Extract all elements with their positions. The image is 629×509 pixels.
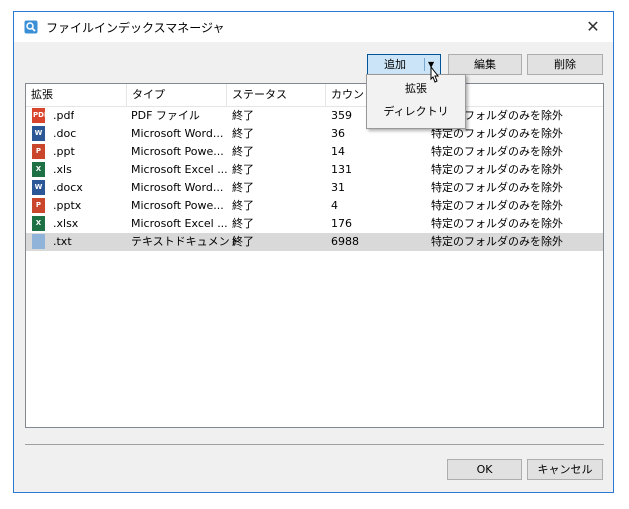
- cell-count: 6988: [331, 235, 359, 248]
- cell-exclude: 特定のフォルダのみを除外: [431, 235, 563, 248]
- cell-count: 36: [331, 127, 345, 140]
- excel-file-icon: X: [32, 162, 45, 177]
- pdf-file-icon: PDF: [32, 108, 49, 123]
- menu-item-extension[interactable]: 拡張: [367, 78, 465, 100]
- split-divider: [424, 58, 425, 71]
- column-header-status[interactable]: ステータス: [227, 84, 326, 106]
- cell-type: Microsoft Word...: [131, 127, 224, 140]
- footer-divider: [25, 444, 604, 445]
- cell-count: 176: [331, 217, 352, 230]
- cell-status: 終了: [232, 181, 254, 194]
- cell-type: PDF ファイル: [131, 109, 200, 122]
- cell-exclude: 特定のフォルダのみを除外: [431, 163, 563, 176]
- cell-status: 終了: [232, 145, 254, 158]
- add-dropdown-menu: 拡張 ディレクトリ: [366, 74, 466, 129]
- column-header-type[interactable]: タイプ: [127, 84, 227, 106]
- cell-count: 4: [331, 199, 338, 212]
- cell-count: 14: [331, 145, 345, 158]
- cell-exclude: 特定のフォルダのみを除外: [431, 181, 563, 194]
- cell-exclude: 特定のフォルダのみを除外: [431, 217, 563, 230]
- cell-status: 終了: [232, 235, 254, 248]
- word-file-icon: W: [32, 180, 45, 195]
- add-button-label: 追加: [384, 58, 406, 71]
- title-bar: ファイルインデックスマネージャ ✕: [14, 12, 613, 42]
- cell-count: 131: [331, 163, 352, 176]
- cell-type: Microsoft Powe...: [131, 145, 224, 158]
- file-index-manager-dialog: ファイルインデックスマネージャ ✕ 追加 ▼ 編集 削除 拡張 タイプ ステータ…: [13, 11, 614, 493]
- cell-extension: .pdf: [53, 109, 75, 122]
- app-search-icon: [24, 20, 38, 34]
- word-file-icon: W: [32, 126, 45, 141]
- cell-status: 終了: [232, 163, 254, 176]
- cell-status: 終了: [232, 217, 254, 230]
- cell-type: Microsoft Excel ...: [131, 217, 228, 230]
- list-header: 拡張 タイプ ステータス カウント: [26, 84, 603, 107]
- cell-extension: .ppt: [53, 145, 75, 158]
- cell-type: Microsoft Powe...: [131, 199, 224, 212]
- cell-extension: .pptx: [53, 199, 82, 212]
- cell-status: 終了: [232, 127, 254, 140]
- table-row[interactable]: PDF .pdf PDF ファイル 終了 359 特定のフォルダのみを除外: [26, 107, 603, 125]
- table-row[interactable]: P .pptx Microsoft Powe... 終了 4 特定のフォルダのみを除外: [26, 197, 603, 215]
- table-row[interactable]: .txt テキストドキュメント 終了 6988 特定のフォルダのみを除外: [26, 233, 603, 251]
- excel-file-icon: X: [32, 216, 45, 231]
- table-row[interactable]: P .ppt Microsoft Powe... 終了 14 特定のフォルダのみを除外: [26, 143, 603, 161]
- edit-button[interactable]: 編集: [448, 54, 522, 75]
- cell-exclude: 特定のフォルダのみを除外: [431, 199, 563, 212]
- table-row[interactable]: W .doc Microsoft Word... 終了 36 特定のフォルダのみを除外: [26, 125, 603, 143]
- window-title: ファイルインデックスマネージャ: [46, 21, 225, 35]
- cell-extension: .docx: [53, 181, 83, 194]
- close-icon[interactable]: ✕: [581, 15, 605, 39]
- cell-status: 終了: [232, 109, 254, 122]
- cell-count: 359: [331, 109, 352, 122]
- delete-button[interactable]: 削除: [527, 54, 603, 75]
- cell-type: Microsoft Excel ...: [131, 163, 228, 176]
- menu-item-directory[interactable]: ディレクトリ: [367, 101, 465, 123]
- cell-exclude: 特定のフォルダのみを除外: [431, 145, 563, 158]
- cell-extension: .xls: [53, 163, 72, 176]
- table-row[interactable]: X .xls Microsoft Excel ... 終了 131 特定のフォルダのみを除…: [26, 161, 603, 179]
- cell-type: Microsoft Word...: [131, 181, 224, 194]
- column-header-extension[interactable]: 拡張: [26, 84, 127, 106]
- table-row[interactable]: X .xlsx Microsoft Excel ... 終了 176 特定のフォルダのみを…: [26, 215, 603, 233]
- cell-extension: .xlsx: [53, 217, 79, 230]
- ok-button[interactable]: OK: [447, 459, 522, 480]
- cell-status: 終了: [232, 199, 254, 212]
- table-row[interactable]: W .docx Microsoft Word... 終了 31 特定のフォルダのみを除外: [26, 179, 603, 197]
- cell-type: テキストドキュメント: [131, 235, 241, 248]
- mouse-pointer-icon: [430, 66, 440, 83]
- cell-extension: .doc: [53, 127, 77, 140]
- cell-extension: .txt: [53, 235, 72, 248]
- cell-count: 31: [331, 181, 345, 194]
- powerpoint-file-icon: P: [32, 144, 45, 159]
- extension-list[interactable]: 拡張 タイプ ステータス カウント PDF .pdf PDF ファイル 終了 359 特定…: [25, 83, 604, 428]
- cancel-button[interactable]: キャンセル: [527, 459, 603, 480]
- powerpoint-file-icon: P: [32, 198, 45, 213]
- text-file-icon: [32, 234, 45, 249]
